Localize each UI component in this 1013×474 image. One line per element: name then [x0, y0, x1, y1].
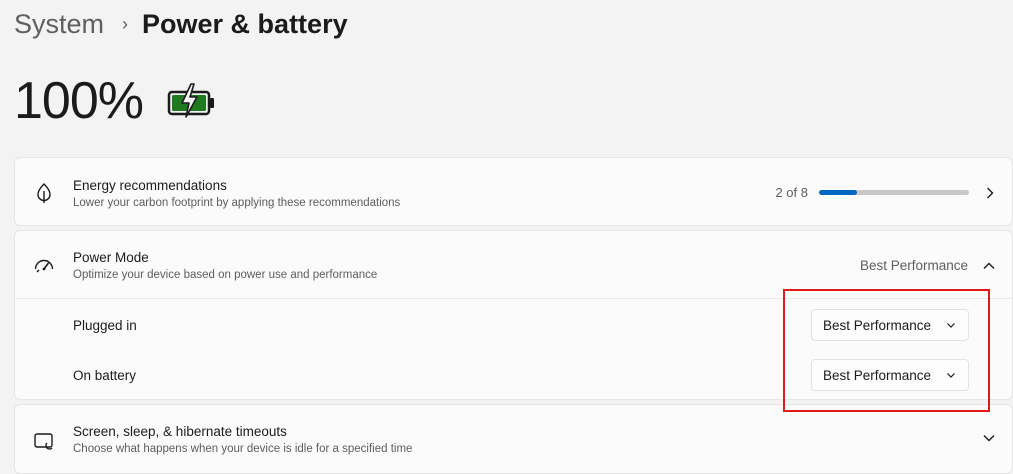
- screen-sleep-title: Screen, sleep, & hibernate timeouts: [73, 424, 287, 439]
- chevron-down-icon: [947, 323, 955, 328]
- energy-recommendations-card[interactable]: Energy recommendations Lower your carbon…: [14, 157, 1013, 226]
- battery-charging-icon: [167, 83, 214, 118]
- plugged-in-selected-value: Best Performance: [823, 317, 932, 333]
- chevron-down-icon: [947, 373, 955, 378]
- chevron-right-icon[interactable]: [983, 186, 997, 200]
- energy-title: Energy recommendations: [73, 178, 227, 193]
- energy-progress-fill: [819, 190, 857, 195]
- breadcrumb: System › Power & battery: [14, 6, 348, 42]
- screen-sleep-icon: [34, 433, 53, 450]
- screen-sleep-card[interactable]: Screen, sleep, & hibernate timeouts Choo…: [14, 404, 1013, 474]
- power-mode-header[interactable]: Power Mode Optimize your device based on…: [15, 231, 1012, 298]
- power-mode-divider: [15, 298, 1012, 299]
- battery-percentage: 100%: [14, 72, 144, 130]
- battery-summary: 100%: [14, 70, 217, 132]
- breadcrumb-separator: ›: [122, 13, 129, 34]
- energy-progress-text: 2 of 8: [775, 185, 808, 200]
- breadcrumb-system-link[interactable]: System: [14, 9, 104, 40]
- chevron-up-icon[interactable]: [982, 259, 996, 273]
- chevron-down-icon[interactable]: [982, 431, 996, 445]
- on-battery-power-mode-dropdown[interactable]: Best Performance: [811, 359, 969, 391]
- screen-sleep-description: Choose what happens when your device is …: [73, 443, 413, 455]
- power-mode-current-value: Best Performance: [859, 258, 968, 273]
- power-mode-card: Power Mode Optimize your device based on…: [14, 230, 1013, 400]
- plugged-in-power-mode-dropdown[interactable]: Best Performance: [811, 309, 969, 341]
- energy-progress-bar: [819, 190, 969, 195]
- leaf-icon: [37, 183, 51, 203]
- plugged-in-label: Plugged in: [73, 318, 137, 333]
- energy-description: Lower your carbon footprint by applying …: [73, 197, 401, 209]
- on-battery-selected-value: Best Performance: [823, 367, 932, 383]
- power-mode-title: Power Mode: [73, 250, 149, 265]
- page-title: Power & battery: [142, 8, 348, 39]
- power-mode-description: Optimize your device based on power use …: [73, 269, 378, 281]
- speedometer-icon: [34, 259, 54, 273]
- on-battery-label: On battery: [73, 368, 137, 383]
